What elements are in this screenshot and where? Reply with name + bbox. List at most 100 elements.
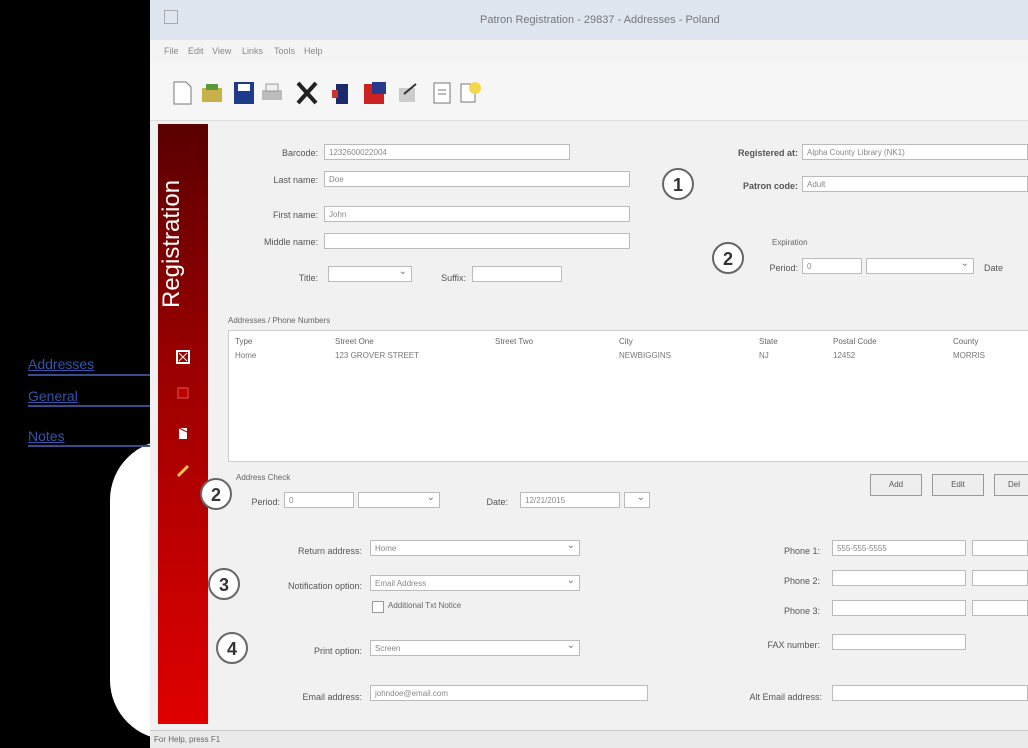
print-option-select[interactable]: Screen: [370, 638, 580, 656]
first-name-label: First name:: [272, 210, 318, 220]
barcode-field[interactable]: 1232600022004: [324, 144, 570, 160]
column-header[interactable]: Street Two: [495, 337, 533, 346]
phone1-label: Phone 1:: [783, 546, 820, 556]
phone3-ext-field[interactable]: [972, 600, 1028, 616]
new-icon[interactable]: [170, 80, 194, 106]
title-select[interactable]: [328, 264, 412, 282]
address-check-date-label: Date:: [486, 497, 508, 507]
general-icon[interactable]: [176, 386, 190, 400]
expiration-label: Expiration: [772, 238, 808, 247]
phone1-field[interactable]: 555-555-5555: [832, 540, 966, 556]
toolbar: [150, 62, 1028, 121]
address-check-period-field[interactable]: 0: [284, 492, 354, 508]
addresses-list[interactable]: Type Street One Street Two City State Po…: [228, 330, 1028, 462]
table-cell: MORRIS: [953, 351, 985, 360]
callout-general[interactable]: General: [28, 388, 78, 404]
menu-file[interactable]: File: [164, 46, 179, 56]
column-header[interactable]: Street One: [335, 337, 374, 346]
additional-txt-checkbox[interactable]: [372, 601, 384, 613]
menu-help[interactable]: Help: [304, 46, 323, 56]
add-button[interactable]: Add: [870, 474, 922, 496]
app-window: Patron Registration - 29837 - Addresses …: [150, 0, 1028, 748]
calendar-dropdown[interactable]: [624, 490, 650, 508]
patron-code-label: Patron code:: [742, 181, 798, 191]
fax-label: FAX number:: [767, 640, 820, 650]
last-name-label: Last name:: [273, 175, 318, 185]
help-icon[interactable]: [458, 80, 482, 106]
patron-code-field[interactable]: Adult: [802, 176, 1028, 192]
delete-button[interactable]: Del: [994, 474, 1028, 496]
table-cell: 123 GROVER STREET: [335, 351, 420, 360]
callout-notes[interactable]: Notes: [28, 428, 65, 444]
addresses-icon[interactable]: [176, 350, 190, 364]
pencil-icon[interactable]: [176, 464, 190, 478]
table-cell: 12452: [833, 351, 856, 360]
column-header[interactable]: County: [953, 337, 978, 346]
marker-1: 1: [662, 168, 694, 200]
marker-2: 2: [712, 242, 744, 274]
address-check-date-field[interactable]: 12/21/2015: [520, 492, 620, 508]
email-field[interactable]: johndoe@email.com: [370, 685, 648, 701]
email-label: Email address:: [302, 692, 362, 702]
status-bar: For Help, press F1: [150, 730, 1028, 748]
menu-view[interactable]: View: [212, 46, 231, 56]
alt-email-label: Alt Email address:: [749, 692, 822, 702]
title-label: Title:: [298, 273, 318, 283]
phone3-field[interactable]: [832, 600, 966, 616]
phone2-field[interactable]: [832, 570, 966, 586]
table-row[interactable]: Home 123 GROVER STREET NEWBIGGINS NJ 124…: [229, 349, 1028, 365]
barcode-label: Barcode:: [281, 148, 318, 158]
address-check-unit-select[interactable]: [358, 490, 440, 508]
registered-at-field[interactable]: Alpha County Library (NK1): [802, 144, 1028, 160]
suffix-label: Suffix:: [441, 273, 466, 283]
column-header[interactable]: Type: [235, 337, 252, 346]
phone2-label: Phone 2:: [783, 576, 820, 586]
user-icon[interactable]: [330, 80, 354, 106]
menu-links[interactable]: Links: [242, 46, 263, 56]
menu-bar: File Edit View Links Tools Help: [150, 40, 1028, 62]
period-field[interactable]: 0: [802, 258, 862, 274]
marker-3: 3: [208, 568, 240, 600]
title-bar: Patron Registration - 29837 - Addresses …: [150, 0, 1028, 40]
suffix-field[interactable]: [472, 266, 562, 282]
return-address-select[interactable]: Home: [370, 538, 580, 556]
notification-label: Notification option:: [287, 581, 362, 591]
window-title: Patron Registration - 29837 - Addresses …: [480, 14, 720, 26]
card-icon[interactable]: [362, 80, 386, 106]
last-name-field[interactable]: Doe: [324, 171, 630, 187]
status-text: For Help, press F1: [154, 735, 221, 744]
edit-button[interactable]: Edit: [932, 474, 984, 496]
callout-addresses[interactable]: Addresses: [28, 356, 94, 372]
sidebar-title: Registration: [158, 179, 185, 309]
menu-tools[interactable]: Tools: [274, 46, 295, 56]
column-header[interactable]: Postal Code: [833, 337, 877, 346]
marker-2b: 2: [200, 478, 232, 510]
phone1-ext-field[interactable]: [972, 540, 1028, 556]
notes-icon[interactable]: [176, 426, 190, 440]
address-check-label: Address Check: [236, 473, 291, 482]
table-cell: NEWBIGGINS: [619, 351, 672, 360]
document-icon[interactable]: [430, 80, 454, 106]
period-label: Period:: [769, 263, 798, 273]
middle-name-label: Middle name:: [263, 237, 318, 247]
period-unit-select[interactable]: [866, 256, 974, 274]
print-icon[interactable]: [260, 80, 284, 106]
first-name-field[interactable]: John: [324, 206, 630, 222]
open-icon[interactable]: [200, 80, 224, 106]
save-icon[interactable]: [232, 80, 256, 106]
column-header[interactable]: City: [619, 337, 633, 346]
alt-email-field[interactable]: [832, 685, 1028, 701]
middle-name-field[interactable]: [324, 233, 630, 249]
column-header[interactable]: State: [759, 337, 778, 346]
fax-field[interactable]: [832, 634, 966, 650]
notification-select[interactable]: Email Address: [370, 573, 580, 591]
menu-edit[interactable]: Edit: [188, 46, 204, 56]
phone3-label: Phone 3:: [783, 606, 820, 616]
system-menu-icon[interactable]: [164, 10, 178, 24]
phone2-ext-field[interactable]: [972, 570, 1028, 586]
table-cell: Home: [235, 351, 257, 360]
registered-at-label: Registered at:: [737, 148, 798, 158]
cut-icon[interactable]: [295, 80, 319, 106]
sidebar: Registration: [158, 124, 208, 724]
edit-icon[interactable]: [396, 80, 420, 106]
